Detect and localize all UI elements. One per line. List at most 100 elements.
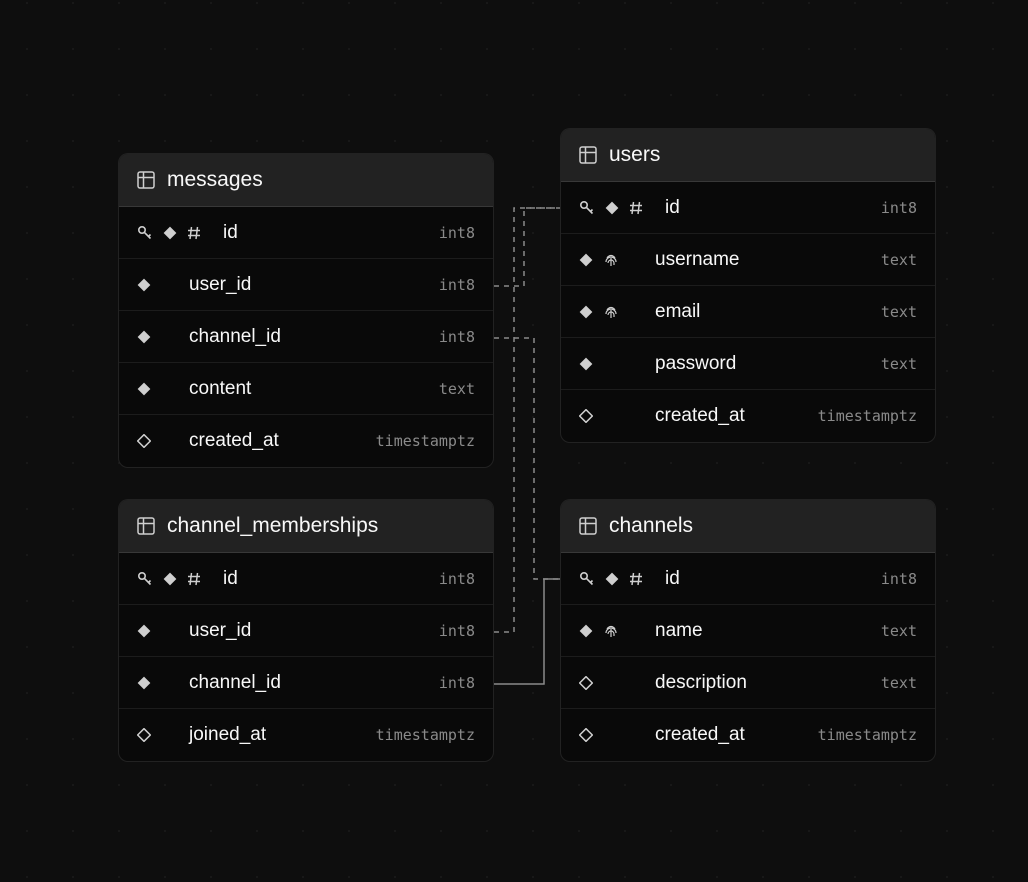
edge-messages-userid-to-users-id — [494, 208, 560, 286]
diamond-filled-icon — [579, 624, 593, 638]
column-type: int8 — [439, 224, 475, 242]
column-row[interactable]: id int8 — [561, 553, 935, 605]
table-header[interactable]: channel_memberships — [119, 500, 493, 553]
column-type: timestamptz — [376, 432, 475, 450]
column-name: id — [223, 568, 439, 590]
column-name: id — [665, 568, 881, 590]
column-row[interactable]: user_id int8 — [119, 605, 493, 657]
column-type: timestamptz — [818, 726, 917, 744]
column-type: int8 — [439, 328, 475, 346]
column-type: int8 — [439, 622, 475, 640]
column-type: int8 — [439, 276, 475, 294]
column-name: created_at — [655, 405, 818, 427]
key-icon — [137, 225, 153, 241]
column-name: name — [655, 620, 881, 642]
column-type: timestamptz — [818, 407, 917, 425]
table-users[interactable]: users id int8 username text email — [560, 128, 936, 443]
key-icon — [579, 200, 595, 216]
diamond-filled-icon — [137, 676, 151, 690]
hash-icon — [629, 201, 643, 215]
column-type: text — [881, 674, 917, 692]
key-icon — [579, 571, 595, 587]
fingerprint-icon — [603, 252, 619, 268]
table-icon — [137, 171, 155, 189]
column-row[interactable]: password text — [561, 338, 935, 390]
column-row[interactable]: created_at timestamptz — [561, 709, 935, 761]
table-icon — [137, 517, 155, 535]
column-name: created_at — [189, 430, 376, 452]
column-row[interactable]: created_at timestamptz — [561, 390, 935, 442]
diamond-filled-icon — [579, 357, 593, 371]
column-row[interactable]: description text — [561, 657, 935, 709]
column-name: email — [655, 301, 881, 323]
table-header[interactable]: messages — [119, 154, 493, 207]
column-name: user_id — [189, 620, 439, 642]
diamond-filled-icon — [137, 330, 151, 344]
column-type: int8 — [881, 570, 917, 588]
table-title: channels — [609, 514, 693, 538]
table-title: users — [609, 143, 660, 167]
table-title: channel_memberships — [167, 514, 378, 538]
table-channel-memberships[interactable]: channel_memberships id int8 user_id int8… — [118, 499, 494, 762]
schema-canvas[interactable]: messages id int8 user_id int8 channel_id… — [0, 0, 1028, 882]
table-messages[interactable]: messages id int8 user_id int8 channel_id… — [118, 153, 494, 468]
diamond-outline-icon — [579, 676, 593, 690]
column-row[interactable]: joined_at timestamptz — [119, 709, 493, 761]
column-name: username — [655, 249, 881, 271]
column-row[interactable]: email text — [561, 286, 935, 338]
diamond-filled-icon — [137, 382, 151, 396]
column-row[interactable]: name text — [561, 605, 935, 657]
column-name: user_id — [189, 274, 439, 296]
column-name: content — [189, 378, 439, 400]
column-row[interactable]: content text — [119, 363, 493, 415]
column-type: text — [881, 355, 917, 373]
diamond-outline-icon — [137, 728, 151, 742]
diamond-filled-icon — [579, 305, 593, 319]
column-type: text — [439, 380, 475, 398]
diamond-outline-icon — [579, 728, 593, 742]
edge-memberships-channelid-to-channels-id — [494, 579, 560, 684]
column-name: password — [655, 353, 881, 375]
column-row[interactable]: user_id int8 — [119, 259, 493, 311]
table-header[interactable]: users — [561, 129, 935, 182]
diamond-filled-icon — [137, 624, 151, 638]
table-channels[interactable]: channels id int8 name text description — [560, 499, 936, 762]
column-type: int8 — [439, 674, 475, 692]
diamond-outline-icon — [137, 434, 151, 448]
diamond-filled-icon — [163, 226, 177, 240]
diamond-filled-icon — [137, 278, 151, 292]
key-icon — [137, 571, 153, 587]
diamond-filled-icon — [163, 572, 177, 586]
column-name: description — [655, 672, 881, 694]
table-title: messages — [167, 168, 263, 192]
table-header[interactable]: channels — [561, 500, 935, 553]
column-name: channel_id — [189, 672, 439, 694]
column-type: text — [881, 303, 917, 321]
fingerprint-icon — [603, 623, 619, 639]
column-name: channel_id — [189, 326, 439, 348]
hash-icon — [187, 226, 201, 240]
column-name: id — [223, 222, 439, 244]
column-row[interactable]: username text — [561, 234, 935, 286]
column-type: text — [881, 622, 917, 640]
edge-messages-channelid-to-channels-id — [494, 338, 560, 579]
column-row[interactable]: created_at timestamptz — [119, 415, 493, 467]
column-row[interactable]: channel_id int8 — [119, 657, 493, 709]
column-type: int8 — [881, 199, 917, 217]
column-type: timestamptz — [376, 726, 475, 744]
column-row[interactable]: id int8 — [119, 553, 493, 605]
column-name: id — [665, 197, 881, 219]
table-icon — [579, 517, 597, 535]
diamond-filled-icon — [605, 572, 619, 586]
table-icon — [579, 146, 597, 164]
edge-memberships-userid-to-users-id — [494, 208, 560, 632]
column-type: text — [881, 251, 917, 269]
column-row[interactable]: id int8 — [561, 182, 935, 234]
column-row[interactable]: channel_id int8 — [119, 311, 493, 363]
hash-icon — [629, 572, 643, 586]
hash-icon — [187, 572, 201, 586]
diamond-filled-icon — [579, 253, 593, 267]
diamond-filled-icon — [605, 201, 619, 215]
column-row[interactable]: id int8 — [119, 207, 493, 259]
column-type: int8 — [439, 570, 475, 588]
